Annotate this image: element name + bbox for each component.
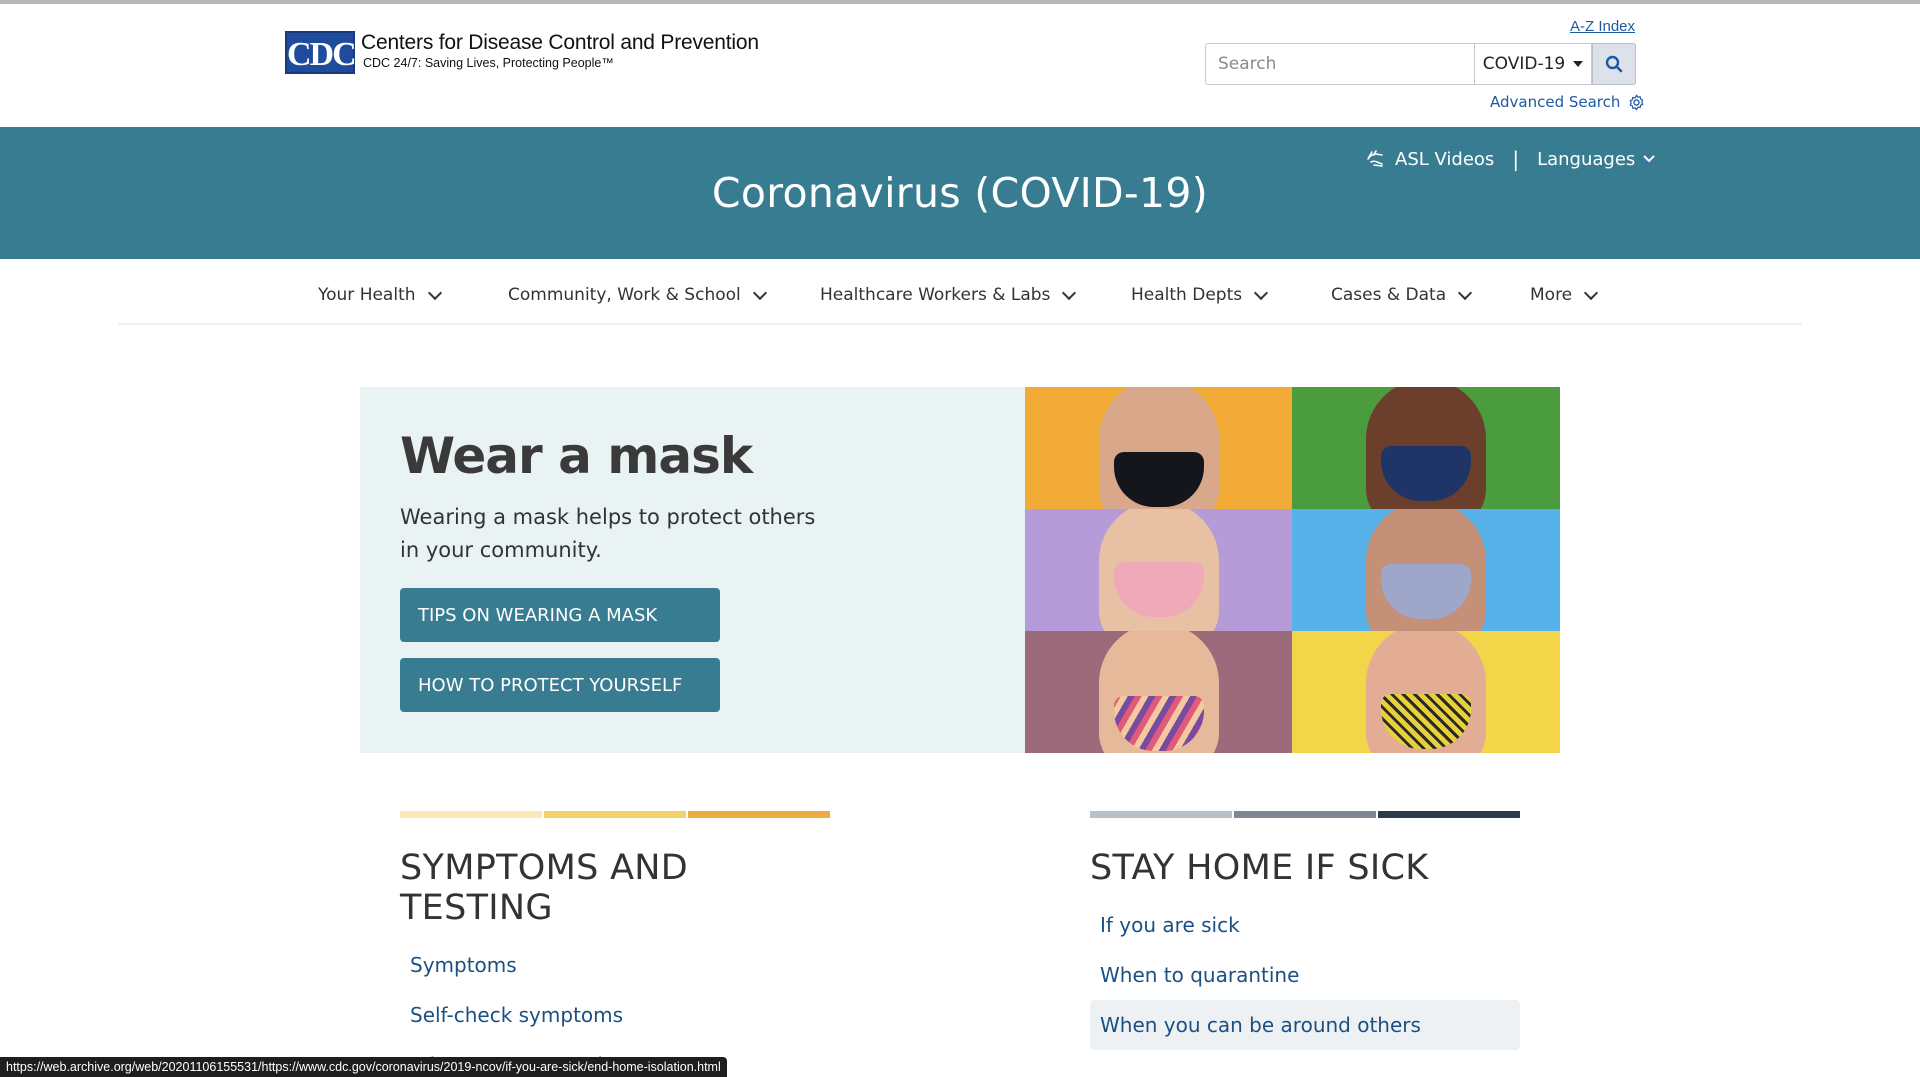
- main-nav: Your Health Community, Work & School Hea…: [118, 259, 1802, 325]
- hero-card: Wear a mask Wearing a mask helps to prot…: [360, 387, 1560, 753]
- cdc-logo-mark: CDC: [285, 31, 357, 74]
- how-to-protect-button[interactable]: HOW TO PROTECT YOURSELF: [400, 658, 720, 712]
- chevron-down-icon: [1254, 285, 1269, 300]
- hero-text: Wearing a mask helps to protect others i…: [400, 505, 816, 562]
- nav-item-more[interactable]: More: [1530, 285, 1599, 305]
- stay-home-section: STAY HOME IF SICK If you are sick When t…: [1090, 811, 1520, 1050]
- color-bar-segment: [1234, 811, 1376, 818]
- if-you-are-sick-link[interactable]: If you are sick: [1090, 900, 1520, 950]
- color-bar-segment: [688, 811, 830, 818]
- org-name: Centers for Disease Control and Preventi…: [361, 31, 759, 54]
- asl-videos-label: ASL Videos: [1395, 148, 1495, 170]
- nav-item-label: Community, Work & School: [508, 285, 741, 305]
- mask-photo: [1292, 509, 1560, 631]
- az-index-link[interactable]: A-Z Index: [1570, 18, 1635, 35]
- sign-language-icon: [1367, 150, 1383, 167]
- mask-photo: [1025, 387, 1292, 509]
- mask-photo: [1292, 631, 1560, 753]
- chevron-down-icon: [752, 285, 767, 300]
- chevron-down-icon: [427, 285, 442, 300]
- section-title: STAY HOME IF SICK: [1090, 848, 1429, 888]
- nav-item-label: Healthcare Workers & Labs: [820, 285, 1051, 305]
- section-color-bar: [1090, 811, 1520, 818]
- color-bar-segment: [1378, 811, 1520, 818]
- search-scope-label: COVID-19: [1482, 54, 1566, 74]
- nav-item-health-depts[interactable]: Health Depts: [1131, 285, 1269, 305]
- section-color-bar: [400, 811, 830, 818]
- self-check-symptoms-link[interactable]: Self-check symptoms: [400, 990, 830, 1040]
- nav-item-cases-data[interactable]: Cases & Data: [1331, 285, 1473, 305]
- color-bar-segment: [544, 811, 686, 818]
- color-bar-segment: [1090, 811, 1232, 818]
- search-bar: COVID-19: [1205, 43, 1636, 85]
- mask-photo: [1025, 631, 1292, 753]
- search-icon: [1605, 55, 1623, 73]
- site-header: CDC Centers for Disease Control and Prev…: [0, 4, 1920, 127]
- search-scope-dropdown[interactable]: COVID-19: [1474, 43, 1592, 85]
- nav-item-your-health[interactable]: Your Health: [318, 285, 442, 305]
- caret-down-icon: [1573, 61, 1584, 67]
- symptoms-testing-section: SYMPTOMS AND TESTING Symptoms Self-check…: [400, 811, 830, 1077]
- languages-dropdown[interactable]: Languages: [1537, 149, 1655, 170]
- search-button[interactable]: [1592, 43, 1636, 85]
- tips-wearing-mask-button[interactable]: TIPS ON WEARING A MASK: [400, 588, 720, 642]
- mask-photo: [1025, 509, 1292, 631]
- asl-videos-link[interactable]: ASL Videos: [1365, 149, 1494, 170]
- browser-status-url: https://web.archive.org/web/202011061555…: [0, 1057, 727, 1077]
- section-title: SYMPTOMS AND TESTING: [400, 848, 689, 928]
- nav-item-label: Cases & Data: [1331, 285, 1447, 305]
- mask-photo-grid: [1025, 387, 1560, 753]
- mask-photo: [1292, 387, 1560, 509]
- nav-item-healthcare-workers[interactable]: Healthcare Workers & Labs: [820, 285, 1077, 305]
- chevron-down-icon: [1062, 285, 1077, 300]
- banner-separator: |: [1512, 147, 1520, 171]
- nav-item-label: Your Health: [318, 285, 416, 305]
- when-to-quarantine-link[interactable]: When to quarantine: [1090, 950, 1520, 1000]
- gear-icon: [1630, 94, 1644, 110]
- languages-label: Languages: [1537, 148, 1636, 170]
- nav-item-label: Health Depts: [1131, 285, 1243, 305]
- topic-banner: ASL Videos | Languages Coronavirus (COVI…: [0, 127, 1920, 259]
- symptoms-link[interactable]: Symptoms: [400, 940, 830, 990]
- page-title: Coronavirus (COVID-19): [711, 169, 1209, 217]
- chevron-down-icon: [1643, 155, 1655, 163]
- chevron-down-icon: [1584, 285, 1599, 300]
- when-around-others-link[interactable]: When you can be around others: [1090, 1000, 1520, 1050]
- advanced-search-label: Advanced Search: [1490, 93, 1621, 111]
- hero-title: Wear a mask: [400, 427, 753, 485]
- nav-item-label: More: [1530, 285, 1573, 305]
- tagline: CDC 24/7: Saving Lives, Protecting Peopl…: [363, 56, 614, 70]
- cdc-logo[interactable]: CDC Centers for Disease Control and Prev…: [285, 31, 759, 74]
- color-bar-segment: [400, 811, 542, 818]
- banner-utility-links: ASL Videos | Languages: [1365, 147, 1655, 171]
- nav-item-community[interactable]: Community, Work & School: [508, 285, 767, 305]
- advanced-search-link[interactable]: Advanced Search: [1490, 93, 1645, 111]
- chevron-down-icon: [1458, 285, 1473, 300]
- search-input[interactable]: [1205, 43, 1474, 85]
